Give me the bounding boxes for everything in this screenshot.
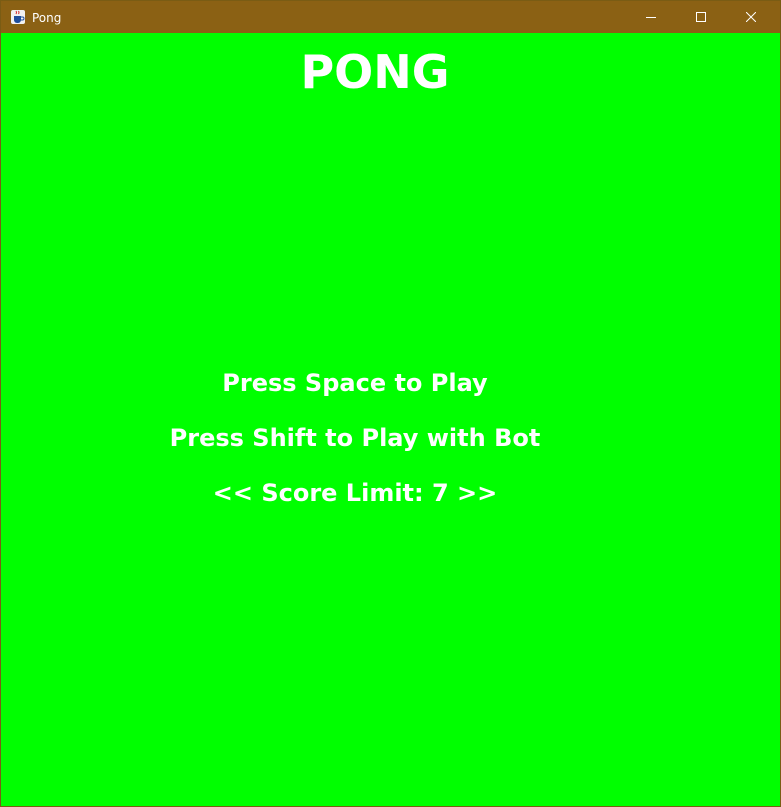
score-limit-selector[interactable]: << Score Limit: 7 >> <box>3 478 707 508</box>
java-coffee-icon <box>10 9 26 25</box>
maximize-icon <box>696 12 706 22</box>
game-canvas[interactable]: PONG Press Space to Play Press Shift to … <box>3 34 777 804</box>
play-prompt: Press Space to Play <box>222 369 488 397</box>
pong-window: Pong PONG Press Space to Play Press Shif… <box>0 0 781 807</box>
maximize-button[interactable] <box>678 1 724 33</box>
minimize-icon <box>646 12 656 22</box>
close-button[interactable] <box>728 1 774 33</box>
close-icon <box>746 12 756 22</box>
game-title: PONG <box>300 45 450 99</box>
title-bar[interactable]: Pong <box>1 1 780 33</box>
window-title: Pong <box>32 11 62 25</box>
bot-play-prompt: Press Shift to Play with Bot <box>169 424 541 452</box>
minimize-button[interactable] <box>628 1 674 33</box>
